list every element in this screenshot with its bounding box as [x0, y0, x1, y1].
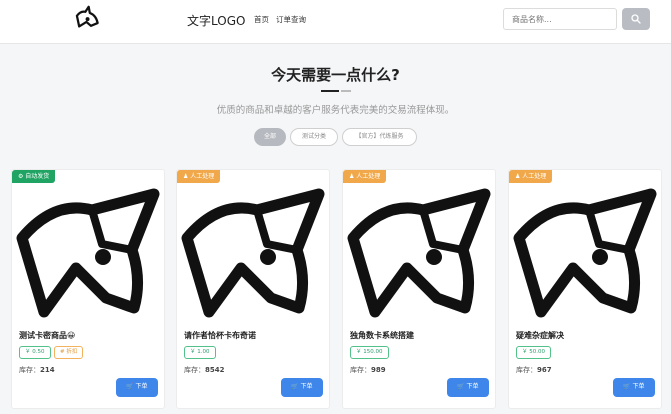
- product-name: 独角数卡系统搭建: [350, 331, 414, 340]
- title-underline: [321, 90, 351, 92]
- stock-value: 8542: [205, 366, 225, 374]
- product-card[interactable]: ♟ 人工处理 疑难杂症解决 ￥ 50.00 库存：967 🛒 下单: [508, 169, 662, 409]
- stock-value: 989: [371, 366, 386, 374]
- order-button[interactable]: 🛒 下单: [447, 378, 489, 397]
- product-name: 测试卡密商品😀: [19, 331, 76, 340]
- stock-label: 库存：: [516, 366, 537, 374]
- stock-info: 库存：989: [350, 365, 386, 375]
- product-name: 疑难杂症解决: [516, 331, 564, 340]
- unicorn-product-image: [181, 188, 325, 318]
- stock-label: 库存：: [350, 366, 371, 374]
- filter-all[interactable]: 全部: [254, 128, 286, 146]
- price-tag: ￥ 150.00: [350, 346, 389, 359]
- filter-test-category[interactable]: 测试分类: [290, 128, 338, 146]
- brand-logo-text[interactable]: 文字LOGO: [187, 12, 245, 29]
- nav-link-home[interactable]: 首页: [254, 14, 269, 25]
- unicorn-product-image: [347, 188, 491, 318]
- stock-label: 库存：: [19, 366, 40, 374]
- stock-info: 库存：967: [516, 365, 552, 375]
- hero-title: 今天需要一点什么?: [271, 66, 400, 84]
- stock-label: 库存：: [184, 366, 205, 374]
- price-tag: ￥ 0.50: [19, 346, 51, 359]
- product-name: 请作者恰杯卡布奇诺: [184, 331, 256, 340]
- filter-official-boosting[interactable]: 【官方】代练服务: [342, 128, 417, 146]
- product-card[interactable]: ♟ 人工处理 请作者恰杯卡布奇诺 ￥ 1.00 库存：8542 🛒 下单: [176, 169, 330, 409]
- hero-subtitle: 优质的商品和卓越的客户服务代表完美的交易流程体现。: [216, 105, 455, 116]
- price-tag: ￥ 50.00: [516, 346, 551, 359]
- search-icon: [631, 14, 641, 24]
- order-button[interactable]: 🛒 下单: [281, 378, 323, 397]
- unicorn-logo-icon[interactable]: [72, 4, 102, 32]
- product-card[interactable]: ♟ 人工处理 独角数卡系统搭建 ￥ 150.00 库存：989 🛒 下单: [342, 169, 496, 409]
- price-tag: ￥ 1.00: [184, 346, 216, 359]
- unicorn-product-image: [513, 188, 657, 318]
- order-button[interactable]: 🛒 下单: [116, 378, 158, 397]
- order-button[interactable]: 🛒 下单: [613, 378, 655, 397]
- product-card[interactable]: ⚙ 自动发货 测试卡密商品😀 ￥ 0.50 # 折扣 库存：214 🛒 下单: [11, 169, 165, 409]
- discount-tag: # 折扣: [54, 346, 84, 359]
- stock-value: 214: [40, 366, 55, 374]
- unicorn-product-image: [16, 188, 160, 318]
- stock-info: 库存：8542: [184, 365, 224, 375]
- nav-link-order-query[interactable]: 订单查询: [276, 14, 306, 25]
- stock-value: 967: [537, 366, 552, 374]
- top-navbar: 文字LOGO 首页 订单查询: [0, 0, 671, 44]
- search-input[interactable]: [503, 8, 617, 30]
- stock-info: 库存：214: [19, 365, 55, 375]
- search-button[interactable]: [622, 8, 650, 30]
